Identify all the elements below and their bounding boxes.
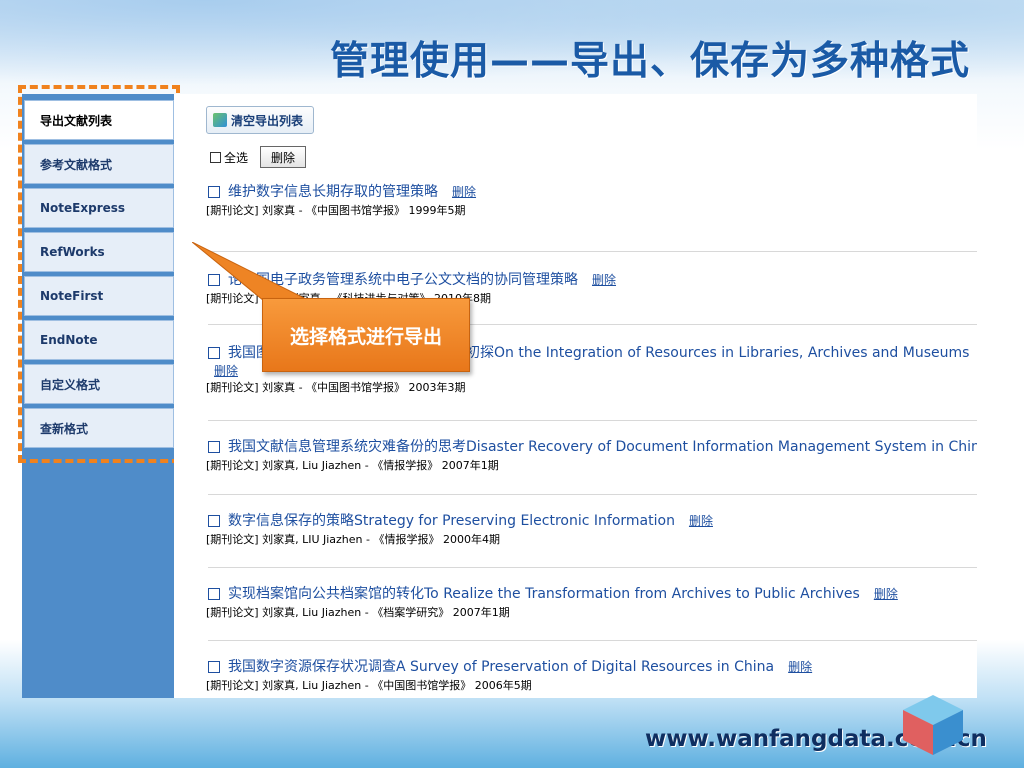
sidebar-item-notefirst[interactable]: NoteFirst — [24, 276, 174, 316]
record-checkbox[interactable] — [208, 347, 220, 359]
list-item: 我国数字资源保存状况调查A Survey of Preservation of … — [206, 641, 977, 698]
select-all-label: 全选 — [224, 150, 249, 165]
record-title-link[interactable]: 我国数字资源保存状况调查A Survey of Preservation of … — [228, 657, 774, 677]
sidebar-item-export-list[interactable]: 导出文献列表 — [24, 100, 174, 140]
clear-export-list-label: 清空导出列表 — [231, 113, 304, 128]
record-meta: [期刊论文] 刘家真, Liu Jiazhen - 《中国图书馆学报》 2006… — [206, 679, 532, 692]
footer-url: www.wanfangdata.com.cn — [645, 726, 987, 752]
clear-export-list-button[interactable]: 清空导出列表 — [206, 106, 315, 134]
sidebar-item-custom-format[interactable]: 自定义格式 — [24, 364, 174, 404]
clear-list-icon — [213, 113, 227, 127]
record-meta: [期刊论文] 刘家真 - 《中国图书馆学报》 2003年3期 — [206, 381, 466, 394]
format-sidebar: 导出文献列表 参考文献格式 NoteExpress RefWorks NoteF… — [24, 100, 174, 452]
record-meta: [期刊论文] 刘家真, LIU Jiazhen - 《情报学报》 2000年4期 — [206, 533, 500, 546]
record-list: 维护数字信息长期存取的管理策略 删除 [期刊论文] 刘家真 - 《中国图书馆学报》… — [206, 178, 977, 698]
record-delete-link[interactable]: 删除 — [874, 584, 898, 604]
record-checkbox[interactable] — [208, 186, 220, 198]
sidebar-item-noteexpress[interactable]: NoteExpress — [24, 188, 174, 228]
record-meta: [期刊论文] 刘家真 - 《中国图书馆学报》 1999年5期 — [206, 204, 466, 217]
list-item: 数字信息保存的策略Strategy for Preserving Electro… — [206, 495, 977, 568]
list-item: 我国文献信息管理系统灾难备份的思考Disaster Recovery of Do… — [206, 421, 977, 495]
record-checkbox[interactable] — [208, 515, 220, 527]
record-checkbox[interactable] — [208, 274, 220, 286]
record-meta: [期刊论文] 刘家真, Liu Jiazhen - 《档案学研究》 2007年1… — [206, 606, 510, 619]
list-item: 实现档案馆向公共档案馆的转化To Realize the Transformat… — [206, 568, 977, 641]
select-all-checkbox[interactable] — [210, 151, 221, 163]
callout-box: 选择格式进行导出 — [262, 298, 470, 372]
sidebar-item-endnote[interactable]: EndNote — [24, 320, 174, 360]
record-title-link[interactable]: 论我国电子政务管理系统中电子公文文档的协同管理策略 — [228, 270, 578, 290]
record-title-link[interactable]: 维护数字信息长期存取的管理策略 — [228, 182, 438, 202]
sidebar-item-refworks[interactable]: RefWorks — [24, 232, 174, 272]
export-list-panel: 清空导出列表 全选 删除 维护数字信息长期存取的管理策略 删除 [期刊论文] 刘家… — [174, 94, 977, 698]
record-meta: [期刊论文] 刘家真, Liu Jiazhen - 《情报学报》 2007年1期 — [206, 459, 499, 472]
list-item: 维护数字信息长期存取的管理策略 删除 [期刊论文] 刘家真 - 《中国图书馆学报》… — [206, 178, 977, 252]
record-checkbox[interactable] — [208, 588, 220, 600]
record-delete-link[interactable]: 删除 — [592, 270, 616, 290]
select-all-row: 全选 删除 — [210, 146, 307, 168]
delete-selected-button[interactable]: 删除 — [260, 146, 307, 168]
record-checkbox[interactable] — [208, 661, 220, 673]
record-checkbox[interactable] — [208, 441, 220, 453]
record-title-link[interactable]: 数字信息保存的策略Strategy for Preserving Electro… — [228, 511, 675, 531]
record-title-link[interactable]: 我国文献信息管理系统灾难备份的思考Disaster Recovery of Do… — [228, 437, 977, 457]
record-delete-link[interactable]: 删除 — [788, 657, 812, 677]
record-delete-link[interactable]: 删除 — [214, 364, 238, 378]
slide-title: 管理使用——导出、保存为多种格式 — [330, 39, 971, 84]
record-delete-link[interactable]: 删除 — [689, 511, 713, 531]
sidebar-item-novelty-search-format[interactable]: 查新格式 — [24, 408, 174, 448]
sidebar-item-reference-format[interactable]: 参考文献格式 — [24, 144, 174, 184]
record-delete-link[interactable]: 删除 — [452, 182, 476, 202]
record-title-link[interactable]: 实现档案馆向公共档案馆的转化To Realize the Transformat… — [228, 584, 860, 604]
